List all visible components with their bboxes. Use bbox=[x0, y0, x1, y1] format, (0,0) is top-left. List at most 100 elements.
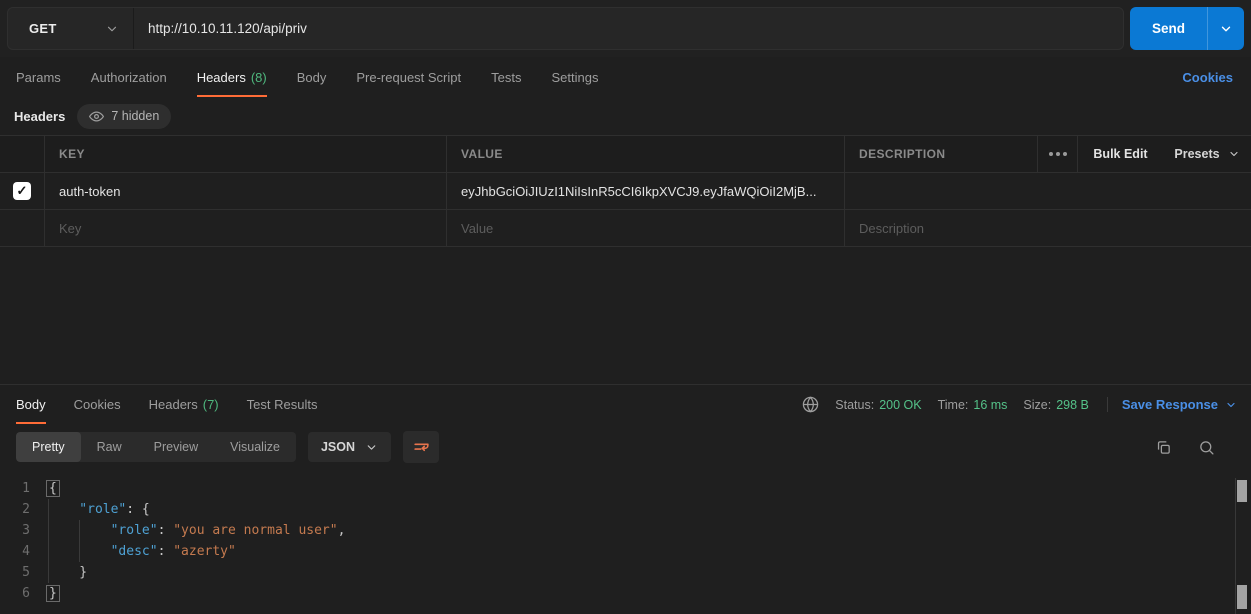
tab-label: Settings bbox=[551, 70, 598, 85]
code-text: "role": "you are normal user", bbox=[48, 520, 345, 541]
description-cell[interactable]: Description bbox=[845, 210, 1251, 246]
headers-table: KEY VALUE DESCRIPTION Bulk Edit Presets … bbox=[0, 135, 1251, 247]
cookies-link[interactable]: Cookies bbox=[1182, 57, 1251, 97]
response-tabs-list: Body Cookies Headers (7) Test Results bbox=[16, 385, 317, 424]
code-text: { bbox=[48, 478, 60, 499]
line-number: 1 bbox=[0, 478, 48, 499]
save-response-label: Save Response bbox=[1122, 397, 1218, 412]
bulk-edit-button[interactable]: Bulk Edit bbox=[1078, 136, 1163, 172]
view-mode-segments: PrettyRawPreviewVisualize bbox=[16, 432, 296, 462]
code-line: 1{ bbox=[0, 478, 1251, 499]
response-bar: Body Cookies Headers (7) Test Results Status… bbox=[0, 384, 1251, 424]
value-cell[interactable]: Value bbox=[447, 210, 845, 246]
response-tab-body[interactable]: Body bbox=[16, 385, 46, 424]
url-editor: GET bbox=[7, 7, 1124, 50]
key-cell[interactable]: Key bbox=[45, 210, 447, 246]
postman-app: GET Send Params Authorization Headers(8) Bo… bbox=[0, 0, 1251, 614]
view-mode-visualize[interactable]: Visualize bbox=[214, 432, 296, 462]
send-button[interactable]: Send bbox=[1130, 7, 1207, 50]
wrap-text-button[interactable] bbox=[403, 431, 439, 463]
tab-label: Tests bbox=[491, 70, 521, 85]
row-checkbox-cell bbox=[0, 210, 45, 246]
more-options-icon bbox=[1049, 152, 1067, 156]
tab-label: Params bbox=[16, 70, 61, 85]
response-time: Time: 16 ms bbox=[938, 398, 1008, 412]
scrollbar-thumb[interactable] bbox=[1237, 480, 1247, 502]
tab-label: Headers bbox=[149, 397, 198, 412]
request-tab-pre-request-script[interactable]: Pre-request Script bbox=[356, 57, 461, 97]
response-meta: Status: 200 OK Time: 16 ms Size: 298 B S… bbox=[802, 385, 1251, 424]
hidden-headers-count: 7 hidden bbox=[111, 109, 159, 123]
tab-label: Headers bbox=[197, 70, 246, 85]
code-line: 3"role": "you are normal user", bbox=[0, 520, 1251, 541]
headers-section-title: Headers bbox=[14, 109, 65, 124]
request-tab-tests[interactable]: Tests bbox=[491, 57, 521, 97]
tab-label: Test Results bbox=[247, 397, 318, 412]
response-body-editor[interactable]: 1{2"role": {3"role": "you are normal use… bbox=[0, 470, 1251, 614]
row-checkbox[interactable]: ✓ bbox=[13, 182, 31, 200]
eye-icon bbox=[89, 109, 104, 124]
column-description: DESCRIPTION bbox=[845, 136, 1038, 172]
send-split-button: Send bbox=[1130, 7, 1244, 50]
request-tab-authorization[interactable]: Authorization bbox=[91, 57, 167, 97]
copy-icon[interactable] bbox=[1155, 439, 1172, 456]
more-options-button[interactable] bbox=[1038, 136, 1078, 172]
request-url-bar: GET Send bbox=[0, 0, 1251, 57]
tab-count-badge: (7) bbox=[203, 397, 219, 412]
code-line: 2"role": { bbox=[0, 499, 1251, 520]
send-options-button[interactable] bbox=[1207, 7, 1244, 50]
table-header-row: KEY VALUE DESCRIPTION Bulk Edit Presets bbox=[0, 136, 1251, 173]
code-text: } bbox=[48, 562, 87, 583]
hidden-headers-toggle[interactable]: 7 hidden bbox=[77, 104, 171, 129]
save-response-button[interactable]: Save Response bbox=[1107, 397, 1237, 412]
presets-dropdown[interactable]: Presets bbox=[1163, 136, 1251, 172]
response-tab-headers[interactable]: Headers (7) bbox=[149, 385, 219, 424]
tab-label: Pre-request Script bbox=[356, 70, 461, 85]
view-mode-pretty[interactable]: Pretty bbox=[16, 432, 81, 462]
code-text: } bbox=[48, 583, 60, 604]
request-tab-body[interactable]: Body bbox=[297, 57, 327, 97]
value-cell[interactable]: eyJhbGciOiJIUzI1NiIsInR5cCI6IkpXVCJ9.eyJ… bbox=[447, 173, 845, 209]
tab-label: Body bbox=[297, 70, 327, 85]
format-label: JSON bbox=[321, 440, 355, 454]
response-action-icons bbox=[1155, 439, 1235, 456]
code-text: "desc": "azerty" bbox=[48, 541, 236, 562]
header-row-empty: Key Value Description bbox=[0, 210, 1251, 247]
request-tab-params[interactable]: Params bbox=[16, 57, 61, 97]
chevron-down-icon bbox=[105, 22, 119, 36]
chevron-down-icon bbox=[365, 441, 378, 454]
request-tabs: Params Authorization Headers(8) Body Pre-req… bbox=[0, 57, 1251, 97]
line-number: 6 bbox=[0, 583, 48, 604]
request-tab-headers[interactable]: Headers(8) bbox=[197, 57, 267, 97]
method-label: GET bbox=[29, 21, 57, 36]
response-view-bar: PrettyRawPreviewVisualize JSON bbox=[0, 424, 1251, 470]
header-row-auth-token: ✓ auth-token eyJhbGciOiJIUzI1NiIsInR5cCI… bbox=[0, 173, 1251, 210]
code-line: 4"desc": "azerty" bbox=[0, 541, 1251, 562]
chevron-down-icon bbox=[1219, 22, 1233, 36]
tab-label: Cookies bbox=[74, 397, 121, 412]
wrap-text-icon bbox=[412, 438, 431, 457]
view-mode-preview[interactable]: Preview bbox=[138, 432, 214, 462]
column-key: KEY bbox=[45, 136, 447, 172]
scrollbar-thumb[interactable] bbox=[1237, 585, 1247, 609]
code-line: 5} bbox=[0, 562, 1251, 583]
response-tab-cookies[interactable]: Cookies bbox=[74, 385, 121, 424]
empty-space bbox=[0, 247, 1251, 384]
code-text: "role": { bbox=[48, 499, 150, 520]
request-tab-settings[interactable]: Settings bbox=[551, 57, 598, 97]
search-icon[interactable] bbox=[1198, 439, 1215, 456]
chevron-down-icon bbox=[1228, 148, 1240, 160]
globe-icon[interactable] bbox=[802, 396, 819, 413]
format-select[interactable]: JSON bbox=[308, 432, 391, 462]
code-line: 6} bbox=[0, 583, 1251, 604]
response-tab-test-results[interactable]: Test Results bbox=[247, 385, 318, 424]
view-mode-raw[interactable]: Raw bbox=[81, 432, 138, 462]
key-cell[interactable]: auth-token bbox=[45, 173, 447, 209]
response-status: Status: 200 OK bbox=[835, 398, 921, 412]
line-number: 5 bbox=[0, 562, 48, 583]
url-input[interactable] bbox=[134, 8, 1123, 49]
method-select[interactable]: GET bbox=[8, 8, 134, 49]
description-cell[interactable] bbox=[845, 173, 1251, 209]
headers-section-header: Headers 7 hidden bbox=[0, 97, 1251, 135]
row-checkbox-cell: ✓ bbox=[0, 173, 45, 209]
